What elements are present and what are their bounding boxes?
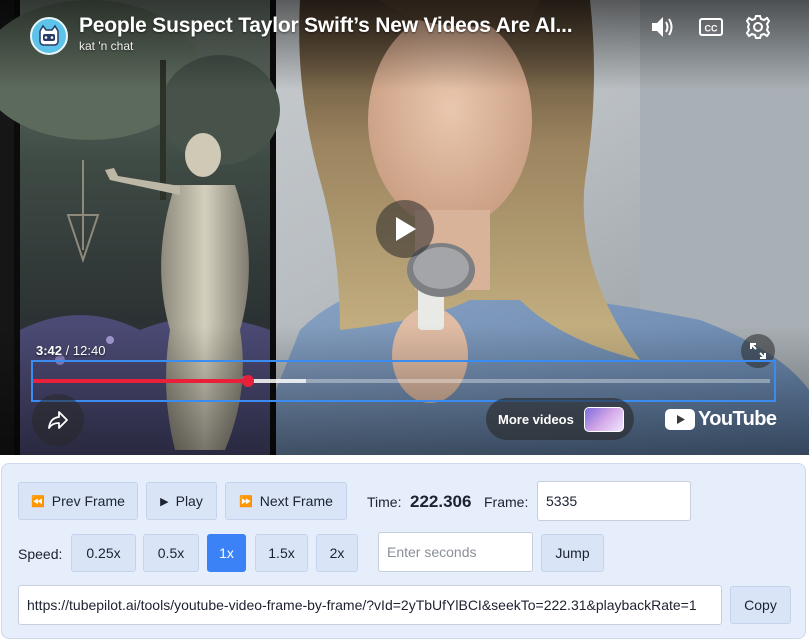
channel-name[interactable]: kat 'n chat (79, 39, 133, 53)
prev-frame-button[interactable]: ⏪ Prev Frame (18, 482, 138, 520)
more-videos-label: More videos (498, 411, 574, 427)
speed-0.5x-button[interactable]: 0.5x (143, 534, 199, 572)
video-title[interactable]: People Suspect Taylor Swift’s New Videos… (79, 14, 573, 38)
youtube-logo[interactable]: YouTube (665, 408, 777, 431)
play-button[interactable] (376, 200, 434, 258)
volume-icon[interactable] (648, 12, 678, 42)
play-frame-button[interactable]: ▶ Play (146, 482, 217, 520)
seconds-input[interactable] (378, 532, 533, 572)
speed-0.25x-button[interactable]: 0.25x (71, 534, 136, 572)
play-icon (396, 217, 416, 241)
copy-button[interactable]: Copy (730, 586, 791, 624)
progress-bar[interactable] (33, 375, 770, 387)
frame-controls-panel: ⏪ Prev Frame ▶ Play ⏩ Next Frame Time: 2… (1, 463, 806, 639)
fast-forward-icon: ⏩ (239, 495, 253, 508)
speed-1x-button[interactable]: 1x (207, 534, 246, 572)
gear-icon[interactable] (743, 12, 773, 42)
prev-frame-label: Prev Frame (51, 493, 125, 509)
progress-played (33, 379, 249, 383)
cc-icon[interactable]: CC (696, 12, 726, 42)
more-videos-button[interactable]: More videos (486, 398, 634, 440)
play-icon: ▶ (160, 495, 169, 508)
rewind-icon: ⏪ (31, 495, 45, 508)
cat-avatar-icon[interactable] (30, 17, 68, 55)
play-label: Play (175, 493, 203, 509)
time-label: Time: (367, 494, 402, 510)
frame-label: Frame: (484, 494, 529, 510)
video-player[interactable]: People Suspect Taylor Swift’s New Videos… (0, 0, 809, 455)
next-frame-label: Next Frame (259, 493, 333, 509)
speed-1.5x-button[interactable]: 1.5x (255, 534, 308, 572)
current-time: 3:42 (36, 343, 63, 358)
jump-button[interactable]: Jump (541, 534, 604, 572)
youtube-logo-icon (665, 409, 695, 430)
share-url-field[interactable] (18, 585, 722, 625)
share-icon[interactable] (32, 394, 84, 446)
next-frame-button[interactable]: ⏩ Next Frame (225, 482, 347, 520)
more-videos-thumbnail (584, 407, 624, 432)
svg-text:CC: CC (705, 24, 718, 34)
speed-label: Speed: (18, 546, 63, 562)
frame-input[interactable] (537, 481, 691, 521)
time-separator: / (65, 343, 70, 358)
youtube-wordmark: YouTube (698, 408, 777, 430)
time-display: 3:42 / 12:40 (36, 343, 105, 358)
duration: 12:40 (72, 343, 106, 358)
time-value: 222.306 (410, 492, 472, 511)
speed-2x-button[interactable]: 2x (316, 534, 358, 572)
